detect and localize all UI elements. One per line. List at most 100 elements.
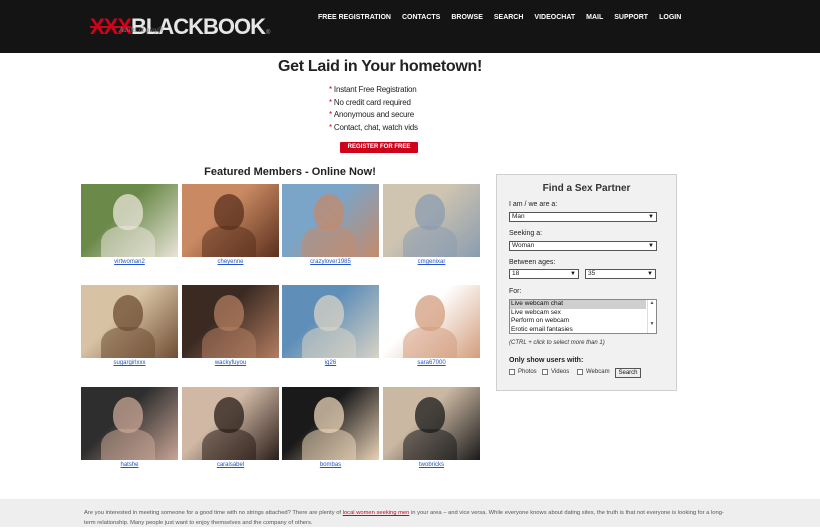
member-photo-subject (314, 295, 344, 331)
member-photo[interactable] (81, 285, 178, 358)
iam-label: I am / we are a: (509, 201, 558, 208)
member-photo-subject (314, 397, 344, 433)
member-card[interactable]: bombas (282, 387, 379, 468)
member-card[interactable]: hatshe (81, 387, 178, 468)
member-photo-body (101, 226, 155, 257)
member-photo[interactable] (383, 387, 480, 460)
iam-select[interactable]: Man ▼ (509, 212, 657, 222)
nav-browse[interactable]: BROWSE (451, 14, 483, 21)
member-photo-subject (214, 194, 244, 230)
search-button[interactable]: Search (615, 368, 641, 378)
member-photo-subject (415, 194, 445, 230)
page-headline: Get Laid in Your hometown! (277, 58, 483, 75)
member-card[interactable]: caraisabel (182, 387, 279, 468)
member-card[interactable]: sugargirlxxx (81, 285, 178, 366)
member-photo[interactable] (182, 184, 279, 257)
for-label: For: (509, 288, 522, 295)
member-photo-subject (415, 397, 445, 433)
site-logo[interactable]: XXX BLACKBOOK ® (90, 14, 270, 40)
nav-login[interactable]: LOGIN (659, 14, 681, 21)
benefit-item: * Anonymous and secure (329, 110, 414, 120)
age-max-select[interactable]: 35 ▼ (585, 269, 656, 279)
nav-contacts[interactable]: CONTACTS (402, 14, 440, 21)
member-photo-subject (214, 295, 244, 331)
benefit-list: * Instant Free Registration * No credit ca… (329, 84, 418, 134)
nav-search[interactable]: SEARCH (494, 14, 524, 21)
member-name-link[interactable]: crazylover1985 (282, 259, 379, 265)
videos-label: Videos (551, 369, 570, 375)
member-photo[interactable] (81, 184, 178, 257)
member-photo[interactable] (81, 387, 178, 460)
member-name-link[interactable]: ig26 (282, 360, 379, 366)
member-photo-body (101, 327, 155, 358)
age-min-select[interactable]: 18 ▼ (509, 269, 579, 279)
logo-tagline: Adults at play® (119, 26, 164, 34)
member-name-link[interactable]: caraisabel (182, 462, 279, 468)
benefit-item: * Instant Free Registration (329, 85, 417, 94)
for-option[interactable]: Live webcam chat (510, 300, 646, 309)
member-name-link[interactable]: sugargirlxxx (81, 360, 178, 366)
chevron-down-icon: ▼ (648, 243, 654, 249)
chevron-down-icon: ▼ (570, 271, 576, 277)
member-photo-subject (113, 194, 143, 230)
member-name-link[interactable]: bombas (282, 462, 379, 468)
member-photo[interactable] (182, 285, 279, 358)
webcam-label: Webcam (586, 369, 610, 375)
seeking-select[interactable]: Woman ▼ (509, 241, 657, 251)
member-card[interactable]: cmgenixar (383, 184, 480, 265)
search-panel-title: Find a Sex Partner (542, 183, 631, 194)
member-name-link[interactable]: twobricks (383, 462, 480, 468)
nav-free-registration[interactable]: FREE REGISTRATION (318, 14, 391, 21)
listbox-scrollbar[interactable]: ▲ ▼ (647, 300, 656, 333)
main-nav: FREE REGISTRATION CONTACTS BROWSE SEARCH… (318, 14, 681, 21)
member-name-link[interactable]: wackyfuyou (182, 360, 279, 366)
for-option[interactable]: Live webcam sex (510, 309, 646, 318)
member-name-link[interactable]: hatshe (81, 462, 178, 468)
member-photo[interactable] (282, 285, 379, 358)
member-photo[interactable] (282, 387, 379, 460)
member-card[interactable]: sara67000 (383, 285, 480, 366)
member-card[interactable]: twobricks (383, 387, 480, 468)
member-photo-body (403, 226, 457, 257)
benefit-item: * Contact, chat, watch vids (329, 122, 418, 132)
member-name-link[interactable]: virtwoman2 (81, 259, 178, 265)
videos-checkbox[interactable] (542, 369, 548, 375)
only-show-label: Only show users with: (509, 357, 584, 364)
member-photo-body (302, 226, 356, 257)
nav-mail[interactable]: MAIL (586, 14, 603, 21)
register-button[interactable]: REGISTER FOR FREE (340, 142, 418, 153)
footer-text: Are you interested in meeting someone fo… (84, 510, 724, 526)
webcam-checkbox[interactable] (577, 369, 583, 375)
footer: Are you interested in meeting someone fo… (0, 499, 820, 527)
top-bar: XXX BLACKBOOK ® Adults at play® FREE REG… (0, 0, 820, 53)
for-option[interactable]: Perform on webcam (510, 317, 646, 326)
benefit-item: * No credit card required (329, 97, 411, 107)
member-photo[interactable] (282, 184, 379, 257)
logo-trademark: ® (266, 30, 271, 36)
photos-checkbox[interactable] (509, 369, 515, 375)
member-photo-body (403, 327, 457, 358)
member-name-link[interactable]: cmgenixar (383, 259, 480, 265)
member-photo-body (101, 429, 155, 460)
member-photo-body (302, 429, 356, 460)
member-card[interactable]: crazylover1985 (282, 184, 379, 265)
nav-support[interactable]: SUPPORT (614, 14, 648, 21)
seeking-label: Seeking a: (509, 230, 543, 237)
member-photo-subject (314, 194, 344, 230)
member-card[interactable]: virtwoman2 (81, 184, 178, 265)
member-photo[interactable] (182, 387, 279, 460)
footer-link[interactable]: local women seeking men (343, 510, 410, 516)
member-card[interactable]: ig26 (282, 285, 379, 366)
member-card[interactable]: cheyenne (182, 184, 279, 265)
member-photo-body (403, 429, 457, 460)
nav-videochat[interactable]: VIDEOCHAT (534, 14, 575, 21)
for-listbox[interactable]: Live webcam chat Live webcam sex Perform… (509, 299, 657, 334)
member-photo[interactable] (383, 184, 480, 257)
member-card[interactable]: wackyfuyou (182, 285, 279, 366)
ages-label: Between ages: (509, 259, 556, 266)
member-photo[interactable] (383, 285, 480, 358)
for-option[interactable]: Erotic email fantasies (510, 326, 646, 335)
member-name-link[interactable]: cheyenne (182, 259, 279, 265)
member-name-link[interactable]: sara67000 (383, 360, 480, 366)
photos-label: Photos (518, 369, 537, 375)
